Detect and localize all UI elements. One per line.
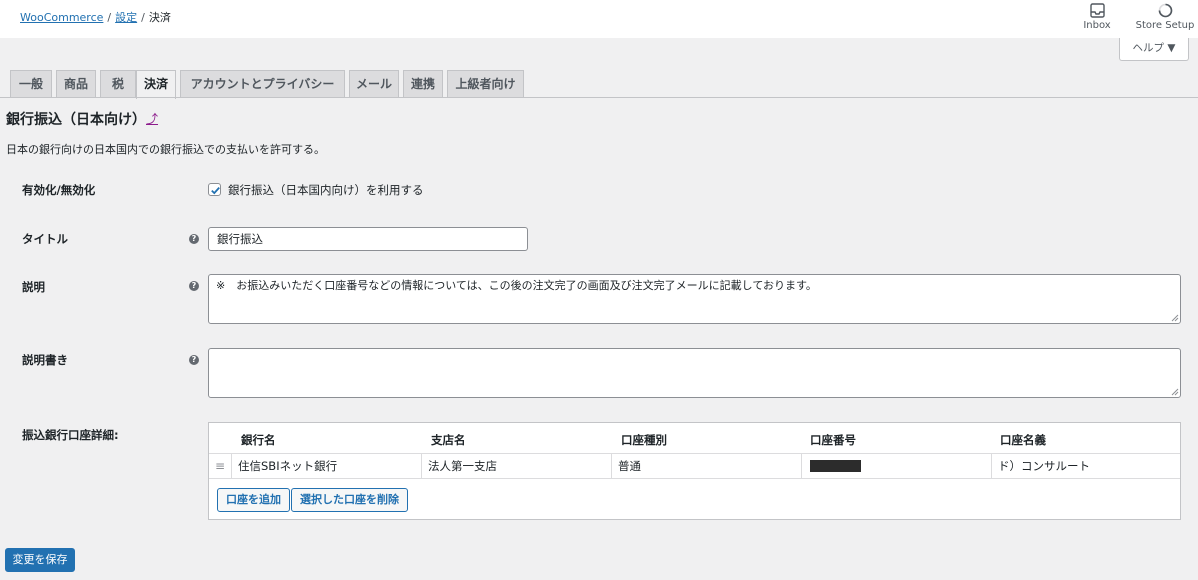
tab-advanced[interactable]: 上級者向け	[447, 70, 524, 98]
breadcrumb-settings-link[interactable]: 設定	[115, 11, 137, 24]
tabs-divider	[0, 97, 1198, 98]
resize-grip-icon[interactable]	[1171, 388, 1179, 396]
breadcrumb-woocommerce-link[interactable]: WooCommerce	[20, 11, 103, 24]
tab-payments[interactable]: 決済	[136, 70, 176, 99]
cell-bank[interactable]: 住信SBIネット銀行	[231, 454, 421, 478]
question-circle-icon[interactable]: ?	[189, 234, 199, 244]
save-changes-button[interactable]: 変更を保存	[5, 548, 75, 572]
description-text: ※ お振込みいただく口座番号などの情報については、この後の注文完了の画面及び注文…	[216, 279, 817, 292]
breadcrumb: WooCommerce / 設定 / 決済	[20, 9, 171, 25]
inbox-icon	[1077, 2, 1117, 19]
checkmark-icon	[211, 187, 220, 195]
cell-number[interactable]	[801, 454, 991, 478]
tab-emails[interactable]: メール	[349, 70, 399, 98]
breadcrumb-separator: /	[107, 11, 112, 24]
add-account-button[interactable]: 口座を追加	[217, 488, 290, 512]
column-header-type: 口座種別	[621, 433, 667, 447]
tab-general[interactable]: 一般	[10, 70, 52, 98]
description-textarea[interactable]: ※ お振込みいただく口座番号などの情報については、この後の注文完了の画面及び注文…	[208, 274, 1181, 324]
instructions-label: 説明書き	[22, 353, 68, 367]
table-header: 銀行名 支店名 口座種別 口座番号 口座名義	[209, 423, 1180, 454]
cell-type[interactable]: 普通	[611, 454, 801, 478]
column-header-branch: 支店名	[431, 433, 466, 447]
section-title: 銀行振込（日本向け）	[6, 112, 146, 128]
tab-tax[interactable]: 税	[100, 70, 136, 98]
column-header-bank: 銀行名	[241, 433, 276, 447]
resize-grip-icon[interactable]	[1171, 314, 1179, 322]
cell-branch[interactable]: 法人第一支店	[421, 454, 611, 478]
tab-products[interactable]: 商品	[56, 70, 96, 98]
enable-checkbox[interactable]	[208, 183, 221, 196]
table-row[interactable]: ≡ 住信SBIネット銀行 法人第一支店 普通 ド）コンサルート	[209, 454, 1180, 479]
inbox-label: Inbox	[1083, 20, 1111, 31]
column-header-number: 口座番号	[810, 433, 856, 447]
drag-handle-icon[interactable]: ≡	[215, 460, 225, 472]
remove-account-button[interactable]: 選択した口座を削除	[291, 488, 408, 512]
enable-label: 有効化/無効化	[22, 183, 96, 197]
enable-checkbox-label[interactable]: 銀行振込（日本国内向け）を利用する	[228, 182, 424, 198]
description-label: 説明	[22, 280, 45, 294]
instructions-textarea[interactable]	[208, 348, 1181, 398]
breadcrumb-separator: /	[141, 11, 145, 24]
redacted-block	[810, 460, 861, 472]
cell-holder[interactable]: ド）コンサルート	[991, 454, 1180, 478]
title-input[interactable]: 銀行振込	[208, 227, 528, 251]
progress-ring-icon	[1132, 2, 1198, 19]
column-header-holder: 口座名義	[1000, 433, 1046, 447]
inbox-button[interactable]: Inbox	[1077, 2, 1117, 31]
bank-accounts-table: 銀行名 支店名 口座種別 口座番号 口座名義 ≡ 住信SBIネット銀行 法人第一…	[208, 422, 1181, 520]
store-setup-button[interactable]: Store Setup	[1132, 2, 1198, 31]
breadcrumb-current: 決済	[148, 11, 171, 24]
section-description: 日本の銀行向けの日本国内での銀行振込での支払いを許可する。	[6, 143, 325, 156]
up-arrow-link[interactable]: ⤴	[146, 110, 158, 127]
tab-accounts-privacy[interactable]: アカウントとプライバシー	[180, 70, 345, 98]
accounts-label: 振込銀行口座詳細:	[22, 428, 119, 442]
help-tab-button[interactable]: ヘルプ ▼	[1119, 38, 1189, 61]
store-setup-label: Store Setup	[1135, 20, 1195, 31]
title-label: タイトル	[22, 232, 68, 246]
top-header-bar: WooCommerce / 設定 / 決済 Inbox Store Setup	[0, 0, 1198, 38]
question-circle-icon[interactable]: ?	[189, 355, 199, 365]
tab-integration[interactable]: 連携	[403, 70, 443, 98]
question-circle-icon[interactable]: ?	[189, 281, 199, 291]
